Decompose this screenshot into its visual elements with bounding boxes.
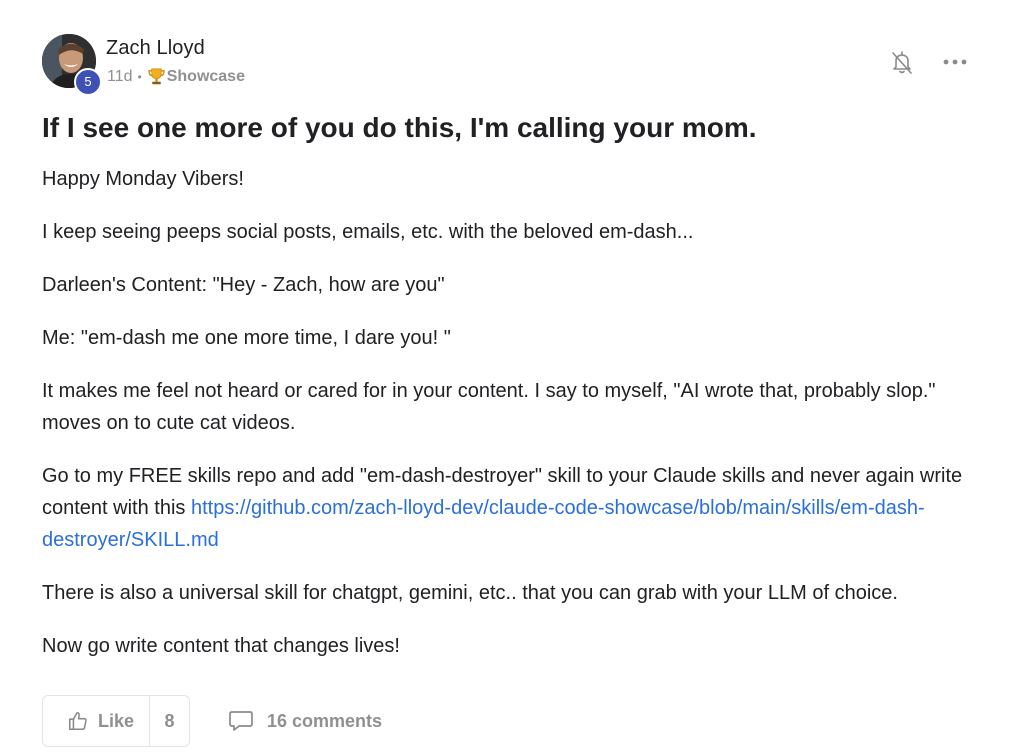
like-button[interactable]: Like	[43, 696, 150, 746]
post-category[interactable]: Showcase	[167, 68, 245, 86]
like-count[interactable]: 8	[150, 696, 189, 746]
post-card: 5 Zach Lloyd 11d • Showcase If I see one…	[0, 0, 1018, 756]
like-group: Like 8	[42, 695, 190, 747]
post-body: Happy Monday Vibers! I keep seeing peeps…	[42, 163, 972, 683]
body-paragraph-1: Happy Monday Vibers!	[42, 168, 244, 190]
level-badge: 5	[74, 68, 102, 96]
author-avatar[interactable]: 5	[42, 34, 102, 96]
body-paragraph-8: Now go write content that changes lives!	[42, 635, 400, 657]
trophy-icon	[147, 67, 166, 86]
more-horizontal-icon[interactable]	[940, 54, 970, 70]
meta-separator: •	[137, 69, 142, 84]
thumbs-up-icon	[68, 711, 87, 731]
post-age: 11d	[107, 67, 133, 85]
comment-icon	[229, 711, 253, 731]
post-meta: 11d • Showcase	[107, 67, 245, 86]
body-paragraph-7: There is also a universal skill for chat…	[42, 582, 898, 604]
comments-label: 16 comments	[267, 710, 383, 731]
body-paragraph-5: It makes me feel not heard or cared for …	[42, 380, 936, 434]
author-name[interactable]: Zach Lloyd	[106, 37, 205, 60]
like-label: Like	[98, 710, 135, 731]
body-paragraph-4: Me: "em-dash me one more time, I dare yo…	[42, 327, 451, 349]
bell-off-icon[interactable]	[888, 48, 916, 76]
body-paragraph-3: Darleen's Content: "Hey - Zach, how are …	[42, 274, 445, 296]
post-title: If I see one more of you do this, I'm ca…	[42, 112, 757, 143]
comments-button[interactable]: 16 comments	[228, 706, 382, 736]
body-paragraph-2: I keep seeing peeps social posts, emails…	[42, 221, 694, 243]
body-paragraph-6: Go to my FREE skills repo and add "em-da…	[42, 460, 972, 556]
